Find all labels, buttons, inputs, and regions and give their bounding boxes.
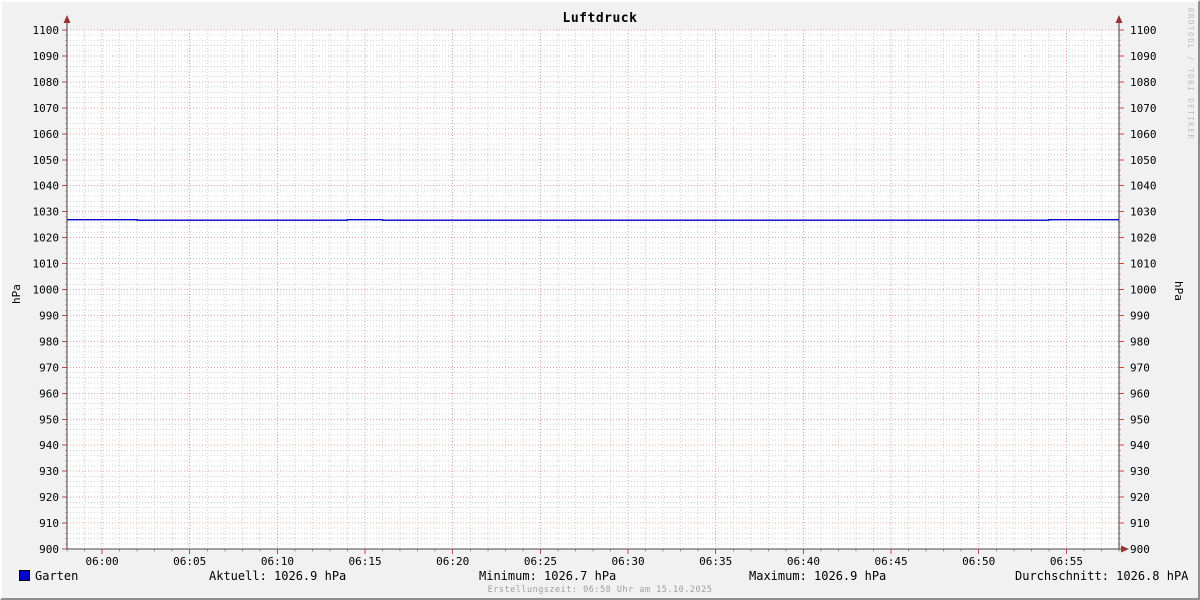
svg-text:980: 980	[1130, 335, 1150, 348]
svg-text:1070: 1070	[33, 102, 60, 115]
creation-timestamp: Erstellungszeit: 06:58 Uhr am 15.10.2025	[487, 585, 713, 595]
svg-text:1090: 1090	[1130, 50, 1157, 63]
svg-text:1020: 1020	[33, 232, 60, 245]
legend-series-label: Garten	[35, 569, 79, 583]
stat-minimum: Minimum: 1026.7 hPa	[479, 569, 617, 583]
svg-text:06:10: 06:10	[261, 555, 294, 568]
svg-text:970: 970	[1130, 361, 1150, 374]
svg-text:1050: 1050	[33, 154, 60, 167]
svg-text:940: 940	[39, 439, 59, 452]
svg-text:960: 960	[1130, 387, 1150, 400]
svg-text:1000: 1000	[33, 284, 60, 297]
svg-text:910: 910	[1130, 517, 1150, 530]
stat-maximum: Maximum: 1026.9 hPa	[749, 569, 887, 583]
svg-text:1010: 1010	[33, 258, 60, 271]
svg-text:1100: 1100	[33, 24, 60, 37]
svg-text:930: 930	[39, 465, 59, 478]
svg-text:06:15: 06:15	[349, 555, 382, 568]
svg-text:970: 970	[39, 361, 59, 374]
svg-text:960: 960	[39, 387, 59, 400]
svg-text:990: 990	[39, 309, 59, 322]
legend-row: Garten Aktuell: 1026.9 hPa Minimum: 1026…	[2, 569, 1198, 583]
svg-text:910: 910	[39, 517, 59, 530]
svg-text:06:20: 06:20	[436, 555, 469, 568]
svg-text:940: 940	[1130, 439, 1150, 452]
svg-text:1060: 1060	[1130, 128, 1157, 141]
svg-text:950: 950	[39, 413, 59, 426]
svg-text:1030: 1030	[1130, 206, 1157, 219]
svg-text:1090: 1090	[33, 50, 60, 63]
svg-text:06:50: 06:50	[962, 555, 995, 568]
svg-text:06:30: 06:30	[612, 555, 645, 568]
svg-text:980: 980	[39, 335, 59, 348]
svg-text:06:05: 06:05	[173, 555, 206, 568]
svg-text:1080: 1080	[1130, 76, 1157, 89]
svg-text:06:40: 06:40	[787, 555, 820, 568]
svg-text:990: 990	[1130, 309, 1150, 322]
svg-text:1080: 1080	[33, 76, 60, 89]
svg-text:920: 920	[39, 491, 59, 504]
rrdtool-pressure-graph: Luftdruck 900 900 910 910 920 920 930 930 940 940…	[0, 0, 1200, 600]
rrdtool-watermark: RRDTOOL / TOBI OETIKER	[1186, 8, 1195, 141]
y-axis-label-left: hPa	[10, 284, 23, 304]
chart-plot-area: 900 900 910 910 920 920 930 930 940 940 950 950 960 9…	[2, 2, 1198, 598]
svg-text:920: 920	[1130, 491, 1150, 504]
svg-text:900: 900	[39, 543, 59, 556]
svg-text:1100: 1100	[1130, 24, 1157, 37]
pressure-line-chart: 900 900 910 910 920 920 930 930 940 940 950 950 960 9…	[33, 15, 1157, 568]
svg-text:1060: 1060	[33, 128, 60, 141]
series-color-swatch	[19, 570, 30, 581]
svg-text:950: 950	[1130, 413, 1150, 426]
svg-text:1050: 1050	[1130, 154, 1157, 167]
svg-text:1040: 1040	[33, 180, 60, 193]
svg-text:06:45: 06:45	[875, 555, 908, 568]
svg-text:06:35: 06:35	[699, 555, 732, 568]
svg-text:06:25: 06:25	[524, 555, 557, 568]
svg-text:1040: 1040	[1130, 180, 1157, 193]
svg-text:1070: 1070	[1130, 102, 1157, 115]
y-axis-label-right: hPa	[1172, 281, 1185, 301]
svg-text:930: 930	[1130, 465, 1150, 478]
svg-text:1000: 1000	[1130, 284, 1157, 297]
stat-average: Durchschnitt: 1026.8 hPA	[1015, 569, 1189, 583]
svg-text:1020: 1020	[1130, 232, 1157, 245]
stat-current: Aktuell: 1026.9 hPa	[209, 569, 347, 583]
svg-text:1030: 1030	[33, 206, 60, 219]
svg-text:900: 900	[1130, 543, 1150, 556]
svg-text:1010: 1010	[1130, 258, 1157, 271]
svg-text:06:55: 06:55	[1050, 555, 1083, 568]
svg-text:06:00: 06:00	[86, 555, 119, 568]
